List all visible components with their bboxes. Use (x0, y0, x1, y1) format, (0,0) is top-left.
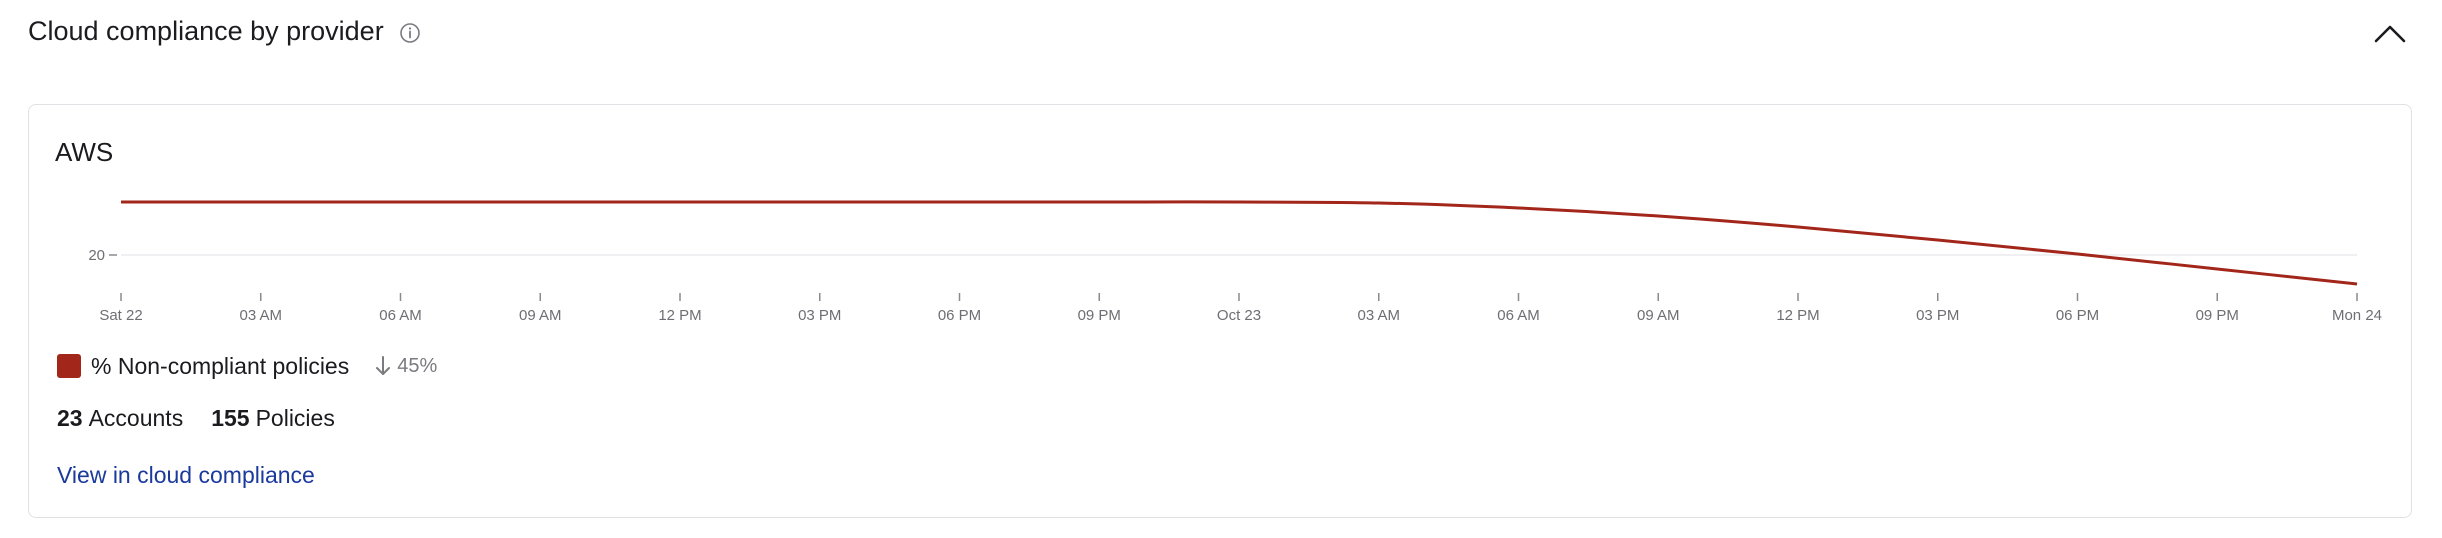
y-tick-label: 20 (88, 247, 105, 264)
legend-label: % Non-compliant policies (91, 352, 350, 379)
accounts-count: 23 (57, 405, 83, 431)
x-tick-label: 09 AM (519, 307, 562, 324)
x-tick-label: 03 AM (1357, 307, 1400, 324)
x-tick-label: 06 PM (938, 307, 981, 324)
x-tick-label: 12 PM (658, 307, 701, 324)
accounts-stat: 23 Accounts (57, 405, 183, 432)
x-tick-label: 03 PM (798, 307, 841, 324)
provider-card-aws: AWS 20 Sat 22 03 AM 06 AM 09 AM 12 PM 03 PM 06 … (28, 104, 2412, 518)
compliance-chart: 20 Sat 22 03 AM 06 AM 09 AM 12 PM 03 PM 06 PM 09… (29, 105, 2413, 335)
arrow-down-icon (376, 356, 391, 375)
x-tick-label: Oct 23 (1217, 307, 1261, 324)
x-tick-label: 12 PM (1776, 307, 1819, 324)
policies-label: Policies (255, 405, 335, 431)
chart-legend: % Non-compliant policies 45% (57, 351, 437, 381)
x-tick-label: 06 AM (1497, 307, 1540, 324)
x-tick-label: 03 AM (239, 307, 282, 324)
policies-count: 155 (211, 405, 250, 431)
x-tick-label: 03 PM (1916, 307, 1959, 324)
stats-row: 23 Accounts 155 Policies (57, 405, 335, 432)
x-tick-label: 09 PM (2196, 307, 2239, 324)
compliance-line-chart: 20 Sat 22 03 AM 06 AM 09 AM 12 PM 03 PM 06 PM 09… (88, 200, 2382, 324)
view-in-cloud-compliance-link[interactable]: View in cloud compliance (57, 462, 315, 489)
trend-indicator: 45% (375, 355, 437, 378)
x-tick-label: 09 AM (1637, 307, 1680, 324)
x-tick-label: Sat 22 (99, 307, 142, 324)
policies-stat: 155 Policies (211, 405, 335, 432)
accounts-label: Accounts (88, 405, 184, 431)
legend-swatch (57, 354, 81, 378)
series-line-0 (120, 200, 2358, 286)
x-tick-label: Mon 24 (2332, 307, 2382, 324)
x-tick-label: 06 AM (379, 307, 422, 324)
section-title-text: Cloud compliance by provider (28, 16, 384, 46)
trend-value: 45% (397, 354, 438, 377)
x-tick-label: 06 PM (2056, 307, 2099, 324)
info-icon[interactable] (398, 21, 422, 45)
chevron-up-icon (2374, 25, 2406, 43)
section-title: Cloud compliance by provider (28, 16, 422, 47)
section-header: Cloud compliance by provider (0, 0, 2442, 70)
collapse-button[interactable] (2370, 14, 2410, 54)
x-tick-label: 09 PM (1078, 307, 1121, 324)
